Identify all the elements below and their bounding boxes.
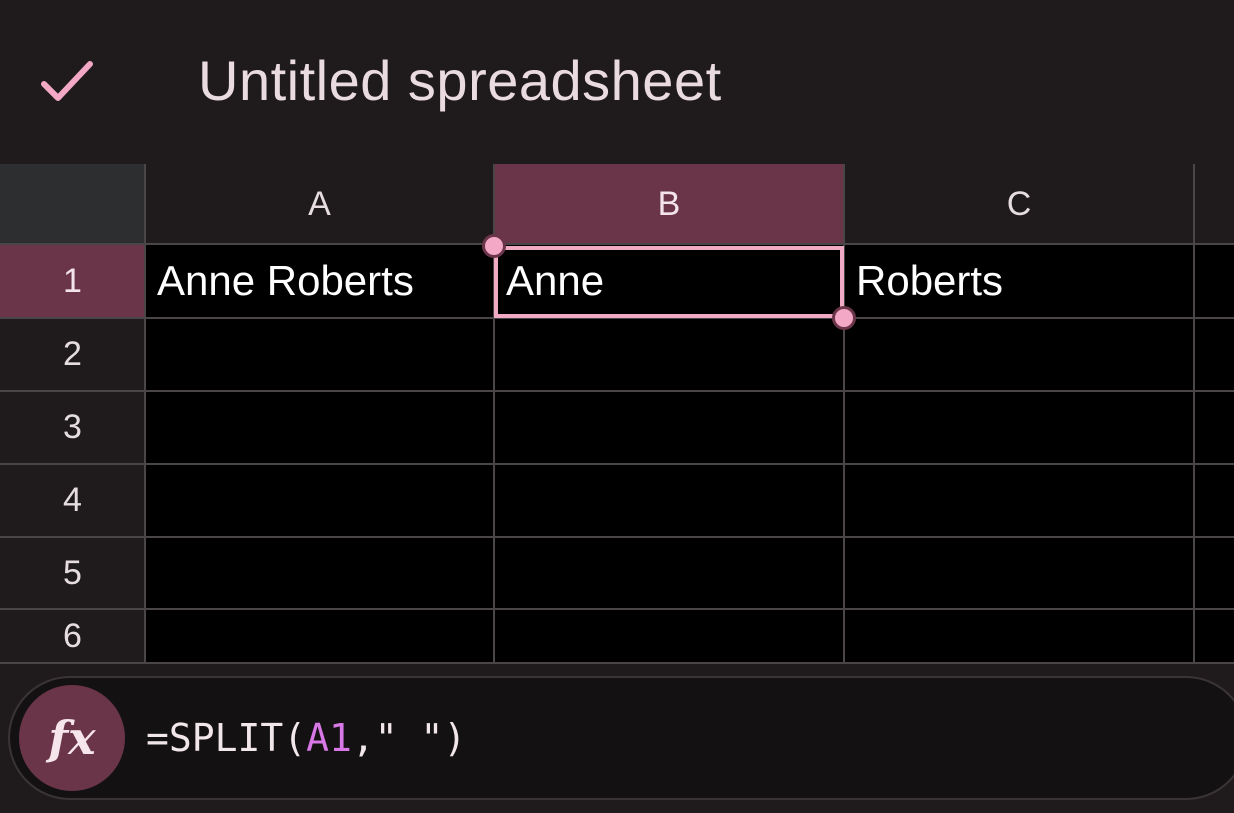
row-header-6[interactable]: 6 bbox=[0, 609, 145, 664]
top-app-bar: Untitled spreadsheet bbox=[0, 0, 1234, 164]
cell-a1[interactable]: Anne Roberts bbox=[145, 244, 494, 318]
spreadsheet-grid: A B C 1 2 3 4 5 6 Anne Roberts Anne Robe… bbox=[0, 164, 1234, 664]
column-divider bbox=[144, 164, 146, 664]
fx-icon[interactable]: fx bbox=[19, 685, 125, 791]
formula-text[interactable]: =SPLIT(A1," ") bbox=[146, 710, 466, 766]
cell-c1[interactable]: Roberts bbox=[844, 244, 1194, 318]
row-header-1[interactable]: 1 bbox=[0, 244, 145, 318]
formula-cell-reference: A1 bbox=[306, 716, 352, 760]
row-header-5[interactable]: 5 bbox=[0, 537, 145, 609]
row-header-4[interactable]: 4 bbox=[0, 464, 145, 537]
column-divider bbox=[1193, 164, 1195, 664]
row-header-2[interactable]: 2 bbox=[0, 318, 145, 391]
row-divider bbox=[0, 243, 1234, 245]
column-divider bbox=[843, 164, 845, 664]
column-header-d[interactable] bbox=[1194, 164, 1234, 244]
selection-handle-top-left[interactable] bbox=[482, 234, 506, 258]
formula-bar: fx =SPLIT(A1," ") bbox=[0, 664, 1234, 813]
formula-suffix: ," ") bbox=[351, 716, 467, 760]
column-header-a[interactable]: A bbox=[145, 164, 494, 244]
selection-handle-bottom-right[interactable] bbox=[832, 306, 856, 330]
column-header-c[interactable]: C bbox=[844, 164, 1194, 244]
row-divider bbox=[0, 390, 1234, 392]
row-divider bbox=[0, 608, 1234, 610]
formula-prefix: =SPLIT( bbox=[146, 716, 307, 760]
document-title[interactable]: Untitled spreadsheet bbox=[198, 46, 722, 116]
column-header-b[interactable]: B bbox=[494, 164, 844, 244]
row-header-3[interactable]: 3 bbox=[0, 391, 145, 464]
selected-cell-outline bbox=[494, 246, 844, 318]
select-all-corner[interactable] bbox=[0, 164, 145, 244]
row-divider bbox=[0, 536, 1234, 538]
row-divider bbox=[0, 463, 1234, 465]
checkmark-icon[interactable] bbox=[38, 56, 96, 106]
